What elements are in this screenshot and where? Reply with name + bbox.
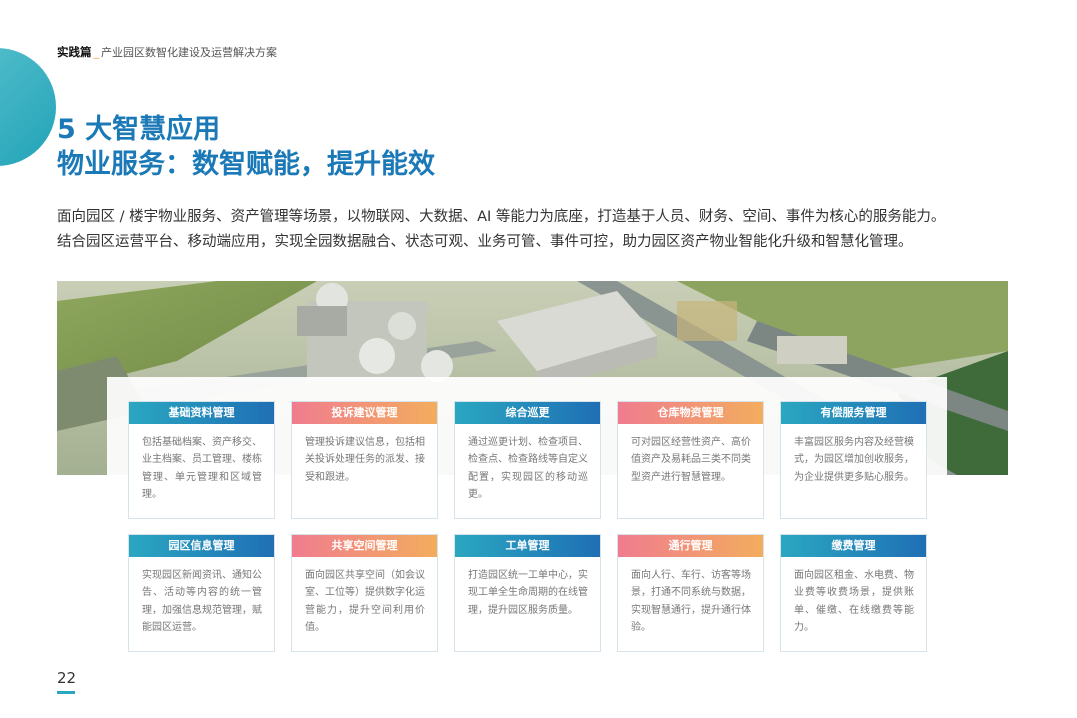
intro-line-1: 面向园区 / 楼宇物业服务、资产管理等场景，以物联网、大数据、AI 等能力为底座…: [57, 209, 946, 225]
service-card-title: 基础资料管理: [129, 402, 274, 424]
service-card-title: 共享空间管理: [292, 535, 437, 557]
service-card-description: 面向园区租金、水电费、物业费等收费场景，提供账单、催缴、在线缴费等能力。: [794, 570, 914, 633]
service-card: 工单管理打造园区统一工单中心，实现工单全生命周期的在线管理，提升园区服务质量。: [454, 534, 601, 652]
header-separator: _: [93, 46, 100, 59]
service-card-title: 园区信息管理: [129, 535, 274, 557]
service-card-description: 面向园区共享空间（如会议室、工位等）提供数字化运营能力，提升空间利用价值。: [305, 570, 425, 633]
service-card-description: 包括基础档案、资产移交、业主档案、员工管理、楼栋管理、单元管理和区域管理。: [142, 437, 262, 500]
page-number: 22: [57, 669, 77, 687]
service-card: 基础资料管理包括基础档案、资产移交、业主档案、员工管理、楼栋管理、单元管理和区域…: [128, 401, 275, 519]
title-line-1: 5 大智慧应用: [57, 114, 221, 145]
service-card-description: 面向人行、车行、访客等场景，打通不同系统与数据，实现智慧通行，提升通行体验。: [631, 570, 751, 633]
service-card: 通行管理面向人行、车行、访客等场景，打通不同系统与数据，实现智慧通行，提升通行体…: [617, 534, 764, 652]
intro-line-2: 结合园区运营平台、移动端应用，实现全园数据融合、状态可观、业务可管、事件可控，助…: [57, 234, 913, 250]
service-card-description: 实现园区新闻资讯、通知公告、活动等内容的统一管理，加强信息规范管理，赋能园区运营…: [142, 570, 262, 633]
service-card-title: 缴费管理: [781, 535, 926, 557]
service-card-description: 丰富园区服务内容及经营模式，为园区增加创收服务，为企业提供更多贴心服务。: [794, 437, 914, 483]
service-card: 投诉建议管理管理投诉建议信息，包括相关投诉处理任务的派发、接受和跟进。: [291, 401, 438, 519]
intro-paragraph: 面向园区 / 楼宇物业服务、资产管理等场景，以物联网、大数据、AI 等能力为底座…: [57, 205, 1047, 255]
service-card-title: 仓库物资管理: [618, 402, 763, 424]
service-card-description: 通过巡更计划、检查项目、检查点、检查路线等自定义配置，实现园区的移动巡更。: [468, 437, 588, 500]
service-card-title: 工单管理: [455, 535, 600, 557]
service-card: 有偿服务管理丰富园区服务内容及经营模式，为园区增加创收服务，为企业提供更多贴心服…: [780, 401, 927, 519]
service-card-title: 投诉建议管理: [292, 402, 437, 424]
service-card-description: 管理投诉建议信息，包括相关投诉处理任务的派发、接受和跟进。: [305, 437, 425, 483]
service-card: 综合巡更通过巡更计划、检查项目、检查点、检查路线等自定义配置，实现园区的移动巡更…: [454, 401, 601, 519]
page: 实践篇 _ 产业园区数智化建设及运营解决方案 5 大智慧应用 物业服务：数智赋能，提…: [0, 0, 1077, 718]
header-doc-title: 产业园区数智化建设及运营解决方案: [101, 46, 277, 59]
service-card-description: 打造园区统一工单中心，实现工单全生命周期的在线管理，提升园区服务质量。: [468, 570, 588, 616]
header-brand: 实践篇: [57, 45, 92, 59]
page-title: 5 大智慧应用 物业服务：数智赋能，提升能效: [57, 112, 435, 182]
service-card: 仓库物资管理可对园区经营性资产、高价值资产及易耗品三类不同类型资产进行智慧管理。: [617, 401, 764, 519]
service-card: 园区信息管理实现园区新闻资讯、通知公告、活动等内容的统一管理，加强信息规范管理，…: [128, 534, 275, 652]
running-header: 实践篇 _ 产业园区数智化建设及运营解决方案: [57, 44, 277, 60]
service-card-title: 综合巡更: [455, 402, 600, 424]
service-card-title: 通行管理: [618, 535, 763, 557]
service-card: 共享空间管理面向园区共享空间（如会议室、工位等）提供数字化运营能力，提升空间利用…: [291, 534, 438, 652]
service-cards-panel: 基础资料管理包括基础档案、资产移交、业主档案、员工管理、楼栋管理、单元管理和区域…: [107, 377, 947, 667]
page-number-underline: [57, 691, 75, 694]
service-card-description: 可对园区经营性资产、高价值资产及易耗品三类不同类型资产进行智慧管理。: [631, 437, 751, 483]
service-card-title: 有偿服务管理: [781, 402, 926, 424]
service-card: 缴费管理面向园区租金、水电费、物业费等收费场景，提供账单、催缴、在线缴费等能力。: [780, 534, 927, 652]
title-line-2: 物业服务：数智赋能，提升能效: [57, 149, 435, 180]
corner-drop-decoration: [0, 48, 56, 166]
